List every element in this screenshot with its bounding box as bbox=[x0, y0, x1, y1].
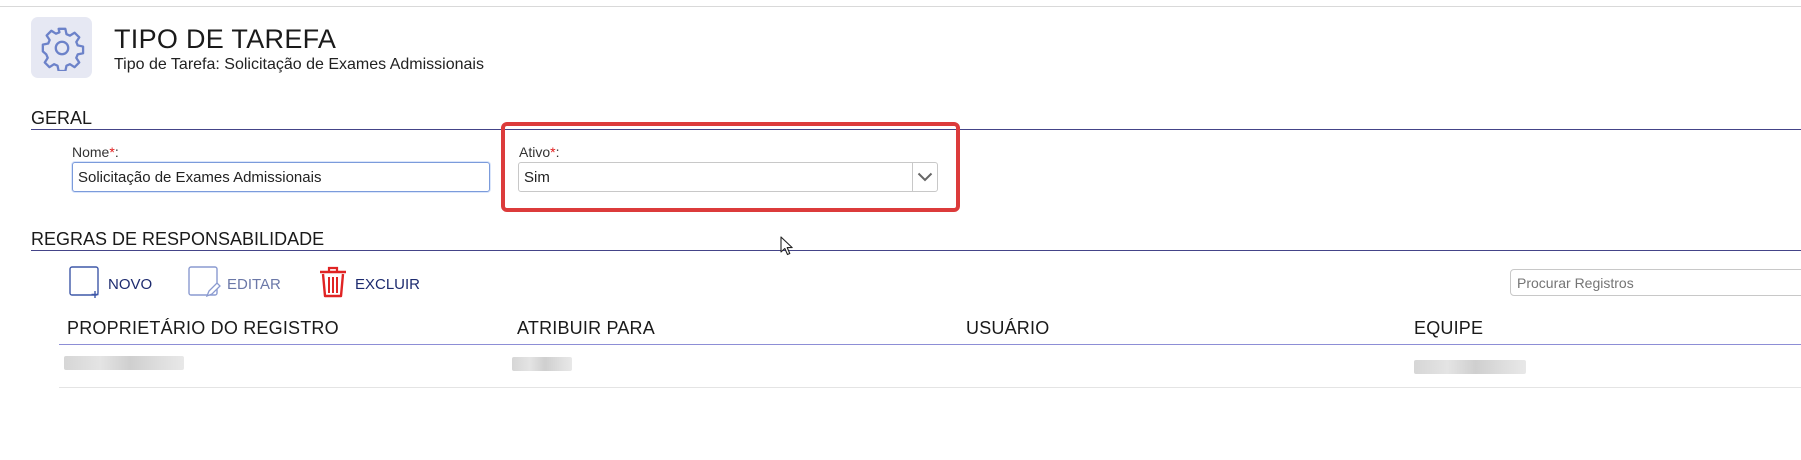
search-input[interactable] bbox=[1510, 269, 1801, 296]
column-header-team[interactable]: EQUIPE bbox=[1414, 318, 1483, 339]
edit-icon bbox=[187, 265, 221, 304]
gear-icon bbox=[31, 17, 92, 78]
column-header-assign-to[interactable]: ATRIBUIR PARA bbox=[517, 318, 655, 339]
section-title-rules: REGRAS DE RESPONSABILIDADE bbox=[31, 229, 325, 249]
delete-button-label: EXCLUIR bbox=[355, 275, 421, 293]
table-header-divider bbox=[59, 344, 1801, 345]
highlight-annotation bbox=[501, 122, 960, 212]
page-subtitle: Tipo de Tarefa: Solicitação de Exames Ad… bbox=[114, 56, 484, 73]
section-rule-rules bbox=[31, 250, 1801, 251]
new-button-label: NOVO bbox=[108, 275, 153, 293]
delete-button[interactable]: EXCLUIR bbox=[317, 266, 420, 302]
redacted-owner-cell bbox=[64, 356, 184, 370]
trash-icon bbox=[317, 265, 349, 304]
column-header-owner[interactable]: PROPRIETÁRIO DO REGISTRO bbox=[67, 318, 339, 339]
table-row-divider bbox=[59, 387, 1801, 388]
redacted-assign-cell bbox=[512, 357, 572, 371]
redacted-team-cell bbox=[1414, 360, 1526, 374]
page-title: TIPO DE TAREFA bbox=[114, 24, 337, 54]
new-button[interactable]: NOVO bbox=[68, 265, 153, 304]
edit-button[interactable]: EDITAR bbox=[187, 265, 281, 304]
top-divider bbox=[0, 6, 1801, 7]
name-input[interactable] bbox=[72, 162, 490, 192]
label-colon: : bbox=[114, 144, 119, 160]
name-label-text: Nome bbox=[72, 144, 110, 160]
section-title-general: GERAL bbox=[31, 108, 93, 128]
mouse-cursor-icon bbox=[780, 236, 794, 261]
column-header-user[interactable]: USUÁRIO bbox=[966, 318, 1049, 339]
new-record-icon bbox=[68, 265, 102, 304]
edit-button-label: EDITAR bbox=[227, 275, 281, 293]
name-field-label: Nome*: bbox=[72, 144, 119, 160]
